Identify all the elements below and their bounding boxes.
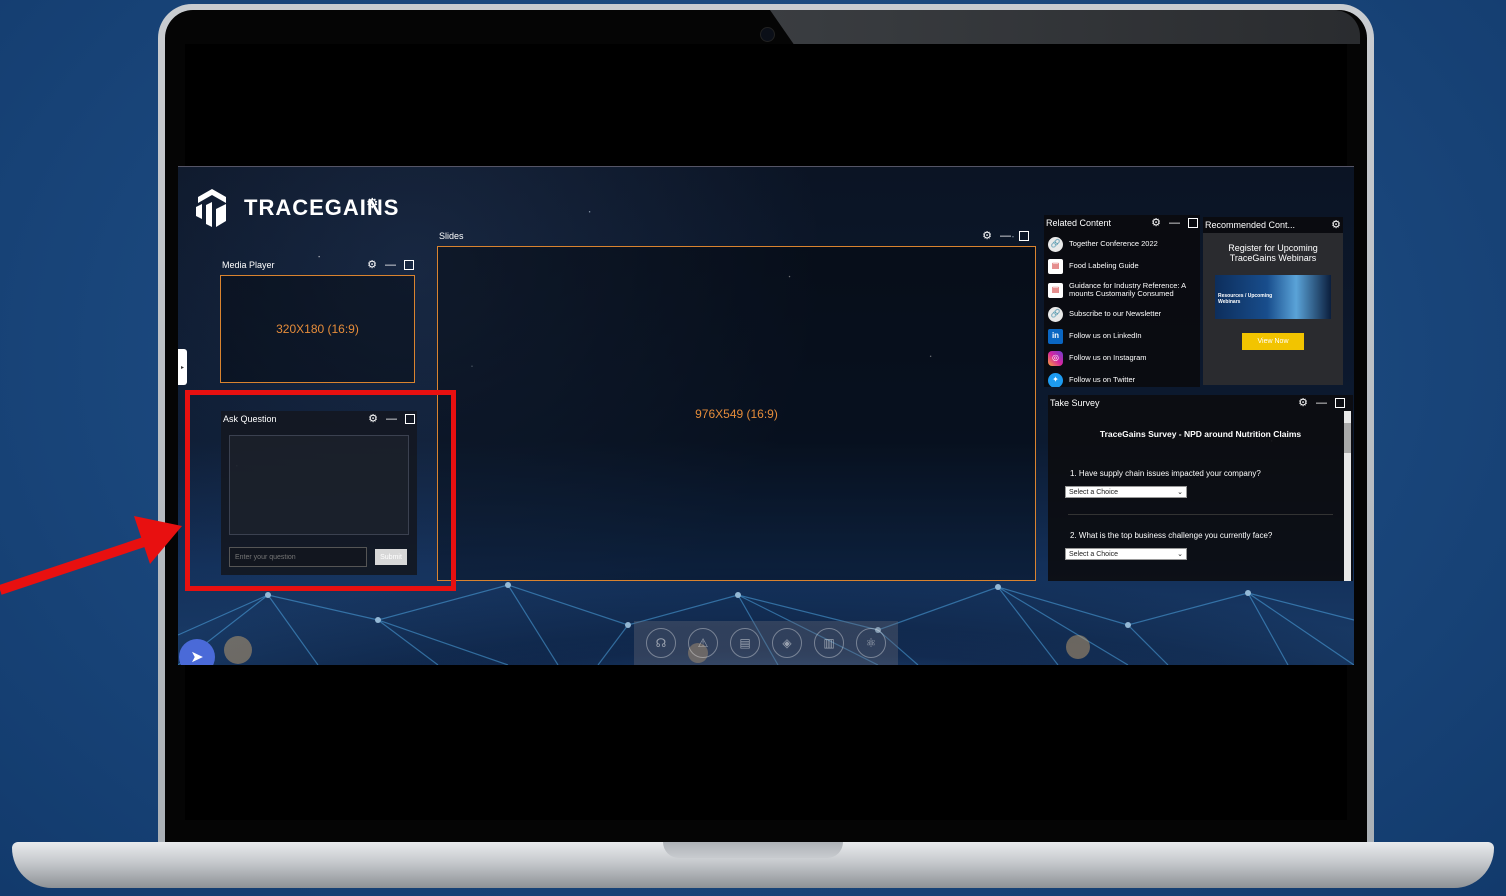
related-item-label: Follow us on Instagram bbox=[1069, 353, 1147, 362]
scrollbar[interactable] bbox=[1344, 411, 1351, 581]
panel-header: Take Survey ⚙ — bbox=[1048, 395, 1353, 411]
minimize-icon[interactable]: — bbox=[385, 259, 396, 271]
take-survey-panel: Take Survey ⚙ — TraceGains Survey - NPD … bbox=[1048, 395, 1353, 583]
minimize-icon[interactable]: — bbox=[386, 413, 397, 425]
related-item[interactable]: in Follow us on LinkedIn bbox=[1044, 325, 1200, 347]
minimize-icon[interactable]: — bbox=[1000, 230, 1011, 242]
warning-icon[interactable]: ⚠ bbox=[688, 628, 718, 658]
ask-question-panel: Ask Question ⚙ — Submit bbox=[221, 411, 417, 575]
panel-title: Ask Question bbox=[223, 414, 277, 424]
video-player[interactable]: 320X180 (16:9) bbox=[220, 275, 415, 383]
related-item[interactable]: ◎ Follow us on Instagram bbox=[1044, 347, 1200, 369]
gear-icon[interactable]: ⚙ bbox=[367, 259, 377, 271]
survey-heading: TraceGains Survey - NPD around Nutrition… bbox=[1099, 429, 1302, 439]
related-content-panel: Related Content ⚙ — 🔗 Together Conferenc… bbox=[1044, 215, 1200, 387]
related-item[interactable]: 🔗 Together Conference 2022 bbox=[1044, 233, 1200, 255]
submit-button[interactable]: Submit bbox=[375, 549, 407, 565]
document-icon[interactable]: ▤ bbox=[730, 628, 760, 658]
webinar-banner-image[interactable]: Resources / Upcoming Webinars bbox=[1215, 275, 1331, 319]
chevron-down-icon: ⌄ bbox=[1177, 551, 1183, 558]
maximize-icon[interactable] bbox=[405, 414, 415, 424]
link-icon: 🔗 bbox=[1048, 306, 1063, 322]
headset-icon[interactable]: ☊ bbox=[646, 628, 676, 658]
pdf-icon: ▤ bbox=[1048, 282, 1063, 298]
minimize-icon[interactable]: — bbox=[1169, 217, 1180, 229]
related-item-label: Follow us on Twitter bbox=[1069, 375, 1136, 384]
question-input[interactable] bbox=[229, 547, 367, 567]
minimize-icon[interactable]: — bbox=[1316, 397, 1327, 409]
select-value: Select a Choice bbox=[1069, 488, 1119, 496]
twitter-icon: ✦ bbox=[1048, 372, 1063, 387]
choice-select[interactable]: Select a Choice ⌄ bbox=[1065, 486, 1187, 498]
maximize-icon[interactable] bbox=[1335, 398, 1345, 408]
related-item[interactable]: 🔗 Subscribe to our Newsletter bbox=[1044, 303, 1200, 325]
divider bbox=[1068, 514, 1333, 515]
gear-icon[interactable]: ⚙ bbox=[368, 413, 378, 425]
pdf-icon: ▤ bbox=[1048, 258, 1063, 274]
related-list: 🔗 Together Conference 2022 ▤ Food Labeli… bbox=[1044, 233, 1200, 387]
report-icon[interactable]: ▥ bbox=[814, 628, 844, 658]
panel-title: Related Content bbox=[1046, 218, 1112, 228]
webinar-banner-caption: Resources / Upcoming Webinars bbox=[1218, 293, 1273, 305]
chevron-down-icon: ⌄ bbox=[1177, 489, 1183, 496]
related-item-label: Subscribe to our Newsletter bbox=[1069, 309, 1162, 318]
slides-viewer[interactable]: 976X549 (16:9) bbox=[437, 246, 1036, 581]
scrollbar-thumb[interactable] bbox=[1344, 423, 1351, 453]
questions-area bbox=[229, 435, 409, 535]
maximize-icon[interactable] bbox=[1019, 231, 1029, 241]
choice-select[interactable]: Select a Choice ⌄ bbox=[1065, 548, 1187, 560]
panel-header: Slides ⚙ — bbox=[437, 228, 1031, 244]
panel-header: Media Player ⚙ — bbox=[220, 257, 416, 273]
panel-header: Recommended Cont... ⚙ bbox=[1203, 217, 1343, 233]
slides-panel: Slides ⚙ — 976X549 (16:9) bbox=[437, 228, 1036, 581]
ask-question-row: Submit bbox=[229, 547, 409, 567]
red-arrow bbox=[0, 516, 182, 595]
maximize-icon[interactable] bbox=[1188, 218, 1198, 228]
recommended-card: Register for Upcoming TraceGains Webinar… bbox=[1203, 233, 1343, 385]
virtual-event-app: TRACEGAINS ⚙ ▸ Media Player ⚙ — 320X180 … bbox=[178, 166, 1354, 665]
camera bbox=[760, 27, 775, 42]
gear-icon[interactable]: ⚙ bbox=[366, 195, 379, 212]
panel-title: Recommended Cont... bbox=[1205, 220, 1296, 230]
linkedin-icon: in bbox=[1048, 328, 1063, 344]
survey-question: 2. What is the top business challenge yo… bbox=[1070, 531, 1273, 540]
tracegains-logo-icon bbox=[196, 189, 226, 227]
gear-icon[interactable]: ⚙ bbox=[1151, 217, 1161, 229]
link-icon: 🔗 bbox=[1048, 236, 1063, 252]
side-panel-toggle[interactable]: ▸ bbox=[178, 349, 187, 385]
related-item[interactable]: ▤ Food Labeling Guide bbox=[1044, 255, 1200, 277]
related-item[interactable]: ✦ Follow us on Twitter bbox=[1044, 369, 1200, 387]
gear-icon[interactable]: ⚙ bbox=[1331, 219, 1341, 231]
media-player-panel: Media Player ⚙ — 320X180 (16:9) bbox=[220, 257, 416, 383]
video-size-label: 320X180 (16:9) bbox=[276, 322, 359, 336]
gear-icon[interactable]: ⚙ bbox=[1298, 397, 1308, 409]
survey-question: 1. Have supply chain issues impacted you… bbox=[1070, 469, 1261, 478]
related-item-label: Food Labeling Guide bbox=[1069, 261, 1139, 270]
panel-title: Media Player bbox=[222, 260, 275, 270]
recommended-card-title: Register for Upcoming TraceGains Webinar… bbox=[1228, 243, 1318, 263]
ask-question-body: Submit bbox=[221, 427, 417, 575]
related-item[interactable]: ▤ Guidance for Industry Reference: A mou… bbox=[1044, 277, 1200, 303]
instagram-icon: ◎ bbox=[1048, 350, 1063, 366]
bezel-glare bbox=[770, 10, 1360, 44]
cube-icon[interactable]: ◈ bbox=[772, 628, 802, 658]
panel-header: Ask Question ⚙ — bbox=[221, 411, 417, 427]
survey-body: TraceGains Survey - NPD around Nutrition… bbox=[1048, 411, 1353, 581]
recommended-content-panel: Recommended Cont... ⚙ Register for Upcom… bbox=[1203, 217, 1343, 385]
gear-icon[interactable]: ⚙ bbox=[982, 230, 992, 242]
related-item-label: Together Conference 2022 bbox=[1069, 239, 1158, 248]
bottom-toolbar: ☊ ⚠ ▤ ◈ ▥ ⚛ bbox=[634, 621, 898, 665]
atom-icon[interactable]: ⚛ bbox=[856, 628, 886, 658]
view-now-button[interactable]: View Now bbox=[1242, 333, 1304, 350]
panel-title: Take Survey bbox=[1050, 398, 1100, 408]
select-value: Select a Choice bbox=[1069, 550, 1119, 558]
related-item-label: Follow us on LinkedIn bbox=[1069, 331, 1142, 340]
laptop-base-notch bbox=[663, 842, 843, 858]
panel-header: Related Content ⚙ — bbox=[1044, 215, 1200, 231]
panel-title: Slides bbox=[439, 231, 464, 241]
maximize-icon[interactable] bbox=[404, 260, 414, 270]
slides-size-label: 976X549 (16:9) bbox=[695, 406, 778, 421]
related-item-label: Guidance for Industry Reference: A mount… bbox=[1069, 281, 1186, 298]
